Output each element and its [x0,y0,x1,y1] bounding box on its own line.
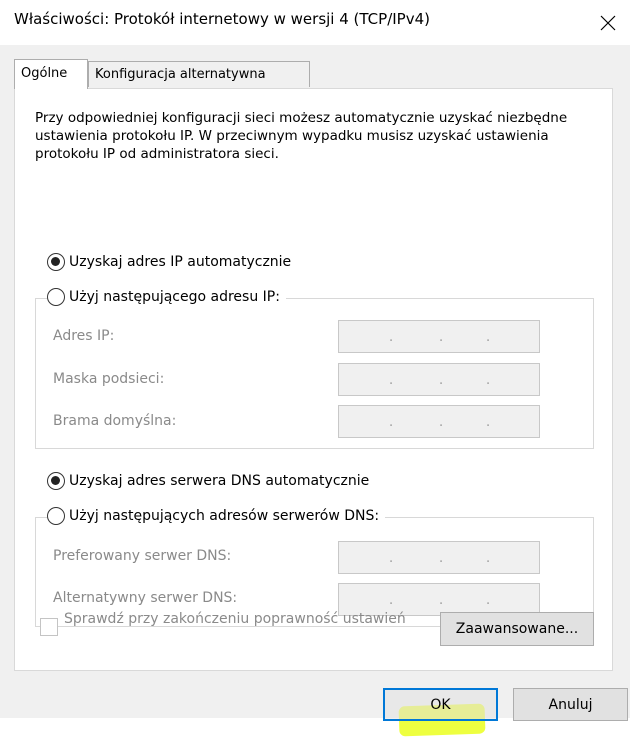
radio-dns-auto-label: Uzyskaj adres serwera DNS automatycznie [69,473,370,489]
advanced-button[interactable]: Zaawansowane... [440,612,594,646]
cancel-button[interactable]: Anuluj [513,688,628,721]
subnet-mask-label: Maska podsieci: [53,371,165,387]
window-title: Właściwości: Protokół internetowy w wers… [14,10,431,28]
validate-checkbox[interactable] [40,618,58,636]
validate-checkbox-label: Sprawdź przy zakończeniu poprawność usta… [64,611,406,627]
radio-dns-auto[interactable]: Uzyskaj adres serwera DNS automatycznie [47,472,376,490]
preferred-dns-label: Preferowany serwer DNS: [53,548,232,564]
ip-address-label: Adres IP: [53,328,115,344]
preferred-dns-input[interactable]: . . . [338,541,540,574]
default-gateway-label: Brama domyślna: [53,413,177,429]
radio-ip-auto-indicator [47,253,65,271]
radio-dns-manual-label: Użyj następujących adresów serwerów DNS: [69,508,380,524]
radio-ip-manual-label: Użyj następującego adresu IP: [69,289,280,305]
radio-ip-auto-label: Uzyskaj adres IP automatycznie [69,254,292,270]
dialog-client: Ogólne Konfiguracja alternatywna Przy od… [0,45,630,737]
title-bar: Właściwości: Protokół internetowy w wers… [0,0,630,45]
radio-ip-manual-indicator [47,288,65,306]
tab-alternate-configuration[interactable]: Konfiguracja alternatywna [88,61,310,87]
radio-ip-manual[interactable]: Użyj następującego adresu IP: [47,288,286,306]
radio-dns-auto-indicator [47,472,65,490]
tab-general[interactable]: Ogólne [14,59,88,89]
intro-text: Przy odpowiedniej konfiguracji sieci moż… [35,110,568,162]
close-icon [600,15,616,30]
ip-address-input[interactable]: . . . [338,320,540,353]
alternate-dns-label: Alternatywny serwer DNS: [53,590,238,606]
close-button[interactable] [586,0,630,45]
default-gateway-input[interactable]: . . . [338,405,540,438]
radio-dns-manual-indicator [47,507,65,525]
radio-ip-auto[interactable]: Uzyskaj adres IP automatycznie [47,253,298,271]
subnet-mask-input[interactable]: . . . [338,363,540,396]
ok-button[interactable]: OK [383,688,498,721]
radio-dns-manual[interactable]: Użyj następujących adresów serwerów DNS: [47,507,386,525]
general-panel: Przy odpowiedniej konfiguracji sieci moż… [14,88,613,671]
